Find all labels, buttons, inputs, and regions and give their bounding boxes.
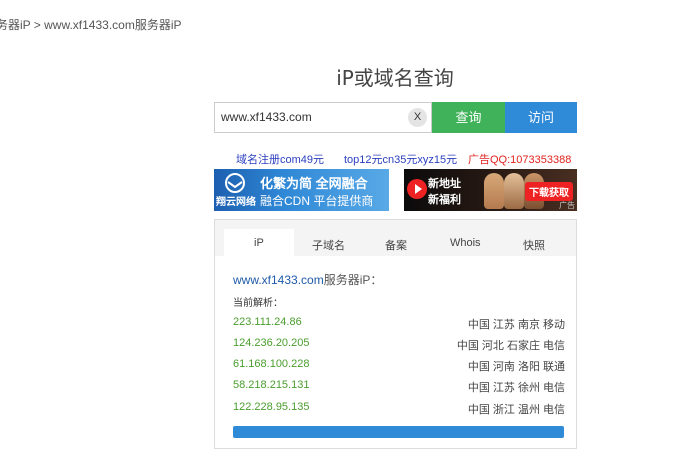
- tab-subdomain[interactable]: 子域名: [312, 237, 345, 253]
- bottom-action-bar[interactable]: [233, 426, 564, 438]
- ad-mark: 广告: [559, 201, 575, 210]
- banner-app-ad[interactable]: 新地址 新福利 下载获取 广告: [404, 169, 577, 211]
- tab-bar: iP 子域名 备案 Whois 快照: [215, 220, 576, 256]
- page-title: iP或域名查询: [336, 66, 454, 90]
- search-box[interactable]: X: [214, 102, 432, 133]
- result-domain[interactable]: www.xf1433.com: [233, 273, 324, 287]
- search-input[interactable]: [221, 110, 401, 124]
- tab-whois[interactable]: Whois: [450, 237, 481, 249]
- page-title-wrap: iP或域名查询: [0, 62, 692, 91]
- clear-icon[interactable]: X: [408, 108, 427, 127]
- banner-headline: 化繁为简 全网融合: [260, 176, 368, 191]
- play-icon: [407, 179, 427, 199]
- ad-link-domain-register[interactable]: 域名注册com49元: [236, 151, 324, 167]
- tab-ip[interactable]: iP: [254, 237, 264, 249]
- download-button[interactable]: 下载获取: [525, 182, 573, 201]
- visit-button[interactable]: 访问: [505, 102, 577, 133]
- banner-photo: [504, 173, 524, 209]
- query-button[interactable]: 查询: [432, 102, 505, 133]
- ip-address[interactable]: 61.168.100.228: [233, 358, 309, 370]
- banner-subline: 融合CDN 平台提供商: [260, 194, 374, 208]
- ip-address[interactable]: 58.218.215.131: [233, 379, 309, 391]
- ip-address[interactable]: 223.111.24.86: [233, 316, 302, 328]
- tab-snapshot[interactable]: 快照: [523, 237, 545, 253]
- banner-brand: 翔云网络: [216, 197, 256, 208]
- parse-label: 当前解析：: [233, 298, 283, 309]
- ip-location: 中国 河北 石家庄 电信: [456, 340, 565, 352]
- ip-location: 中国 江苏 徐州 电信: [467, 382, 565, 394]
- ad-link-qq[interactable]: 广告QQ:1073353388: [468, 151, 571, 167]
- ip-location: 中国 河南 洛阳 联通: [467, 361, 565, 373]
- banner-cdn-ad[interactable]: 翔云网络 化繁为简 全网融合 融合CDN 平台提供商: [214, 169, 389, 211]
- result-heading: www.xf1433.com服务器iP：: [233, 271, 382, 288]
- banner-photo: [484, 173, 504, 209]
- tab-record[interactable]: 备案: [385, 237, 407, 253]
- ip-location: 中国 江苏 南京 移动: [467, 319, 565, 331]
- result-panel: iP 子域名 备案 Whois 快照 www.xf1433.com服务器iP： …: [214, 219, 577, 449]
- breadcrumb[interactable]: 务器iP > www.xf1433.com服务器iP: [0, 16, 182, 33]
- result-heading-suffix: 服务器iP：: [323, 273, 383, 287]
- banner2-line2: 新福利: [428, 194, 461, 206]
- ip-address[interactable]: 124.236.20.205: [233, 337, 309, 349]
- ip-address[interactable]: 122.228.95.135: [233, 401, 309, 413]
- banner2-line1: 新地址: [428, 178, 461, 190]
- ad-link-domain-prices[interactable]: top12元cn35元xyz15元: [344, 151, 457, 167]
- ip-location: 中国 浙江 温州 电信: [467, 404, 565, 416]
